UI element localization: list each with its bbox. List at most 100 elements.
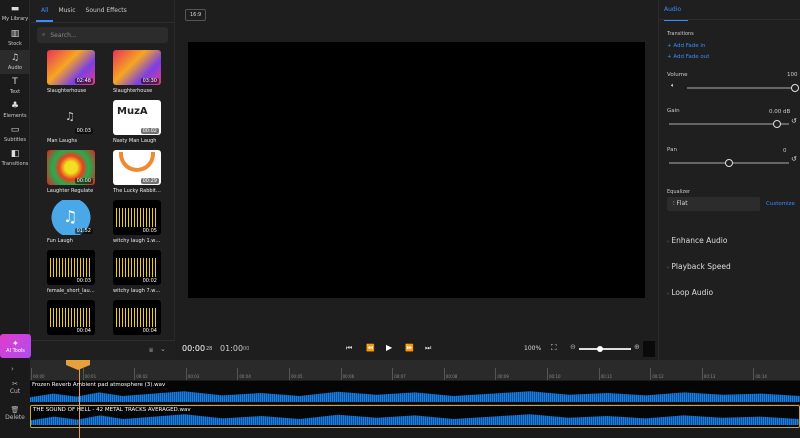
chevron-down-icon[interactable]: ⌄ [160,345,166,353]
item-title: Slaughterhouse [47,88,87,94]
ruler-tick: 00:08 [443,368,457,380]
playhead-line[interactable] [79,365,80,438]
pause-panel [643,341,655,357]
duration-badge: 01:52 [74,228,93,234]
equalizer-icon: ⫶ [673,200,675,207]
transitions-label: Transitions [667,31,694,37]
ruler-tick: 00:10 [547,368,561,380]
library-item[interactable]: 02:48 Slaughterhouse [47,50,95,100]
video-canvas[interactable] [188,42,645,298]
reset-gain-icon[interactable]: ↺ [791,117,797,125]
thumbnail: 00:05 [113,200,161,235]
zoom-out-icon[interactable]: ⊖ [570,343,576,351]
ruler-tick: 00:14 [753,368,767,380]
gain-slider[interactable] [669,119,789,128]
delete-icon: 🗑︎ [10,406,20,414]
audio-track-1[interactable]: Frozen Reverb Ambient pad atmosphere (3)… [30,381,800,404]
library-item[interactable]: 00:05 witchy laugh 1.wav [113,200,161,250]
zoom-slider[interactable] [579,345,631,352]
rewind-icon[interactable]: ⏪ [366,344,375,352]
ruler-tick: 00:00 [31,368,45,380]
thumbnail: 00:02 [113,250,161,285]
library-item[interactable]: ♫ 01:52 Fun Laugh [47,200,95,250]
cut-icon: ✂ [12,380,18,388]
sparkle-icon: ✦ [12,338,19,348]
pan-value: 0 [783,148,787,154]
library-item[interactable]: MuzA 00:02 Nasty Man Laugh [113,100,161,150]
ruler-tick: 00:12 [650,368,664,380]
add-fade-out-button[interactable]: + Add Fade out [667,54,709,60]
fullscreen-icon[interactable]: ⛶ [551,343,557,353]
customize-button[interactable]: Customize [766,201,795,207]
sidebar-item-my-library[interactable]: ▬ My Library [0,0,30,26]
play-icon[interactable]: ▶ [386,343,392,352]
cut-button[interactable]: ✂ Cut [0,380,30,395]
audio-track-2[interactable]: THE SOUND OF HELL - 42 METAL TRACKS AVER… [30,405,800,428]
thumbnail: 00:00 [47,150,95,185]
ruler-tick: 00:09 [495,368,509,380]
sidebar-item-audio[interactable]: ♫ Audio [0,50,30,74]
playback-bar: 00:00 28 01:00 00 ⏮ ⏪ ▶ ⏩ ⏭ 100% ⛶ ⊖ ⊕ [175,338,658,360]
sidebar-item-elements[interactable]: ♣ Elements [0,98,30,122]
item-title: witchy laugh 7.wav [113,288,161,294]
library-item[interactable]: 00:00 Laughter Regulate [47,150,95,200]
gain-label: Gain [667,108,680,114]
library-item[interactable]: 00:03 female_short_laug... [47,250,95,300]
duration-badge: 00:03 [74,278,93,284]
library-item[interactable]: 00:02 witchy laugh 7.wav [113,250,161,300]
pan-slider[interactable] [669,158,789,167]
fast-forward-icon[interactable]: ⏩ [405,344,414,352]
delete-button[interactable]: 🗑︎ Delete [0,406,30,421]
filter-icon[interactable]: ⩸ [149,346,153,355]
duration-badge: 00:00 [74,178,93,184]
sidebar-item-text[interactable]: T Text [0,74,30,98]
tab-all[interactable]: All [36,0,54,22]
thumbnail: 00:04 [113,300,161,335]
library-item[interactable]: 00:29 The Lucky Rabbit I... [113,150,161,200]
volume-slider[interactable] [687,83,799,92]
item-title: Fun Laugh [47,238,73,244]
reset-pan-icon[interactable]: ↺ [791,155,797,163]
sidebar-item-subtitles[interactable]: ▭ Subtitles [0,122,30,146]
sidebar-item-stock[interactable]: ▥ Stock [0,26,30,50]
left-rail: ▬ My Library ▥ Stock ♫ Audio T Text ♣ Elements ▭ Su… [0,0,30,360]
item-title: witchy laugh 1.wav [113,238,161,244]
thumbnail: 02:48 [47,50,95,85]
add-fade-in-button[interactable]: + Add Fade in [667,43,705,49]
thumbnail: 03:30 [113,50,161,85]
playback-speed-section[interactable]: › Playback Speed [667,262,731,271]
sidebar-item-transitions[interactable]: ◧ Transitions [0,146,30,170]
current-time: 00:00 [182,344,206,353]
duration-badge: 00:04 [74,328,93,334]
item-title: The Lucky Rabbit I... [113,188,161,194]
skip-start-icon[interactable]: ⏮ [346,344,352,353]
thumbnail: 00:03 [47,250,95,285]
library-item[interactable]: ♫ 00:03 Man Laughs [47,100,95,150]
duration-badge: 00:02 [140,278,159,284]
tab-music[interactable]: Music [53,0,80,22]
tab-sound-effects[interactable]: Sound Effects [81,0,132,22]
ruler-tick: 00:04 [237,368,251,380]
loop-audio-section[interactable]: › Loop Audio [667,288,713,297]
ai-tools-button[interactable]: ✦ AI Tools [0,334,31,358]
library-item[interactable]: 03:30 Slaughterhouse [113,50,161,100]
music-note-icon: ♫ [10,53,20,63]
equalizer-select[interactable]: ⫶ Flat [667,197,760,211]
duration-badge: 00:04 [140,328,159,334]
total-frame: 00 [243,346,250,352]
time-ruler[interactable]: 00:00 00:01 00:02 00:03 00:04 00:05 00:06 00:07… [30,360,800,380]
duration-badge: 00:02 [140,128,159,134]
ruler-tick: 00:06 [340,368,354,380]
expand-chevron-icon[interactable]: › [11,365,14,373]
stock-icon: ▥ [10,29,20,39]
ruler-tick: 00:01 [82,368,96,380]
item-title: Laughter Regulate [47,188,94,194]
media-library-panel: All Music Sound Effects ⌕ Search... 02:48… [31,0,175,360]
search-input[interactable]: ⌕ Search... [37,27,168,43]
skip-end-icon[interactable]: ⏭ [425,344,431,353]
library-footer: ⩸ ⌄ [31,340,175,360]
zoom-in-icon[interactable]: ⊕ [634,343,640,351]
item-title: Slaughterhouse [113,88,153,94]
enhance-audio-section[interactable]: › Enhance Audio [667,236,727,245]
aspect-ratio-button[interactable]: 16:9 [185,9,207,21]
